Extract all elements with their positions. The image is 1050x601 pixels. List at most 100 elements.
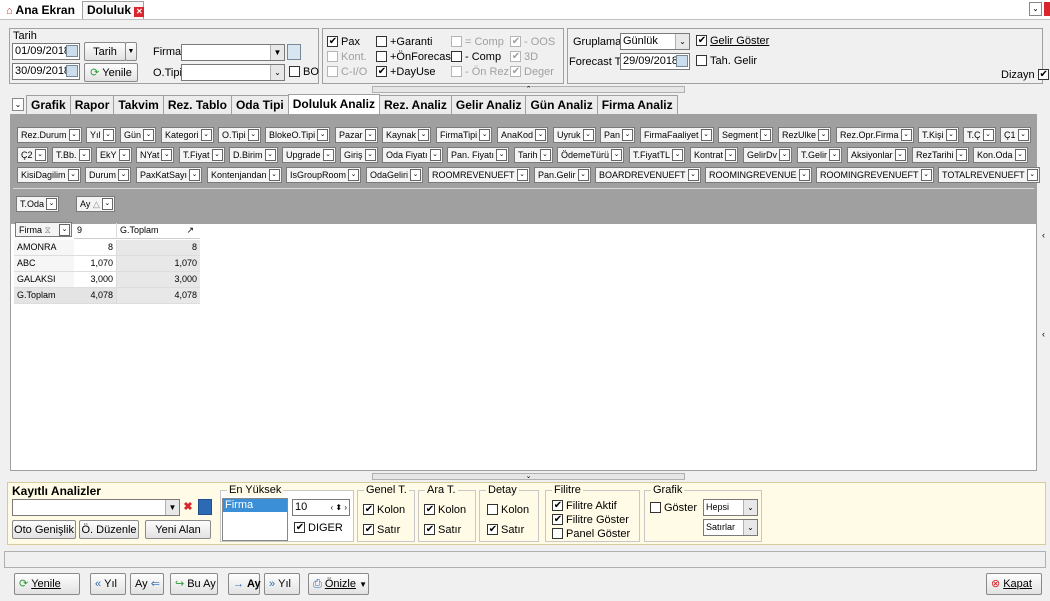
chevron-down-icon[interactable]: ⌄	[247, 129, 259, 141]
pivot-field[interactable]: Rez.Opr.Firma ⌄	[836, 127, 914, 143]
chevron-down-icon[interactable]: ⌄	[479, 129, 491, 141]
tab-rez-tablo[interactable]: Rez. Tablo	[162, 95, 232, 114]
chevron-down-icon[interactable]: ⌄	[945, 129, 957, 141]
chevron-down-icon[interactable]: ⌄	[894, 149, 906, 161]
pivot-field[interactable]: KisiDagilim ⌄	[17, 167, 81, 183]
o-duzenle-button[interactable]: Ö. Düzenle	[79, 520, 139, 539]
tab-rapor[interactable]: Rapor	[69, 95, 115, 114]
chevron-down-icon[interactable]: ⌄	[496, 149, 508, 161]
pivot-field[interactable]: EkY ⌄	[96, 147, 132, 163]
grid-cell-total[interactable]: 4,078	[116, 288, 200, 304]
splitter-bottom[interactable]: ⌄	[372, 473, 685, 480]
chevron-down-icon[interactable]: ⌄	[67, 169, 79, 181]
chevron-down-icon[interactable]: ⌄	[418, 129, 430, 141]
grid-cell[interactable]: 1,070	[74, 256, 116, 272]
onizle-button[interactable]: ⎙ Önizle ▼	[308, 573, 369, 595]
pivot-field[interactable]: Kategori ⌄	[161, 127, 214, 143]
pivot-field[interactable]: Aksiyonlar ⌄	[847, 147, 908, 163]
oto-genislik-button[interactable]: Oto Genişlik	[12, 520, 76, 539]
pivot-field[interactable]: Gün ⌄	[120, 127, 157, 143]
tab-grafik[interactable]: Grafik	[26, 95, 71, 114]
chevron-down-icon[interactable]: ⌄	[818, 129, 830, 141]
dizayn-checkbox[interactable]: Dizayn	[1001, 69, 1050, 81]
list-item[interactable]: Firma	[223, 499, 287, 512]
chevron-down-icon[interactable]: ⌄	[348, 169, 360, 181]
pivot-field[interactable]: Kon.Oda ⌄	[973, 147, 1028, 163]
chevron-down-icon[interactable]: ⌄	[59, 224, 70, 236]
pivot-field[interactable]: T.Bb. ⌄	[52, 147, 92, 163]
tab-oda-tipi[interactable]: Oda Tipi	[230, 95, 289, 114]
chevron-down-icon[interactable]: ⌄	[798, 169, 810, 181]
chevron-down-icon[interactable]: ⌄	[189, 169, 201, 181]
chevron-down-icon[interactable]: ⌄	[539, 149, 551, 161]
pivot-field[interactable]: Pazar ⌄	[335, 127, 378, 143]
tab-doluluk-analiz[interactable]: Doluluk Analiz	[287, 94, 380, 114]
date-start-input[interactable]: 01/09/2018	[12, 43, 80, 60]
window-menu-button[interactable]: ⌄	[1029, 2, 1042, 16]
pivot-field[interactable]: Upgrade ⌄	[282, 147, 336, 163]
chevron-down-icon[interactable]: ⌄	[900, 129, 912, 141]
hepsi-select[interactable]: Hepsi ⌄	[703, 499, 758, 516]
chevron-down-icon[interactable]: ⌄	[101, 198, 113, 210]
chevron-down-icon[interactable]: ⌄	[270, 65, 284, 80]
pivot-field[interactable]: PaxKatSayı ⌄	[136, 167, 203, 183]
chevron-down-icon[interactable]: ▼	[165, 500, 179, 515]
pivot-field[interactable]: O.Tipi ⌄	[218, 127, 261, 143]
chevron-down-icon[interactable]: ⌄	[364, 129, 376, 141]
pivot-field[interactable]: T.Ç ⌄	[963, 127, 996, 143]
tab-firma-analiz[interactable]: Firma Analiz	[596, 95, 678, 114]
yeni-alan-button[interactable]: Yeni Alan	[145, 520, 211, 539]
delete-icon[interactable]: ✖	[181, 499, 195, 515]
pivot-field[interactable]: NYat ⌄	[136, 147, 175, 163]
date-end-input[interactable]: 30/09/2018	[12, 63, 80, 80]
grid-row-header[interactable]: GALAKSI	[14, 272, 74, 288]
chevron-down-icon[interactable]: ⌄	[700, 129, 712, 141]
chevron-down-icon[interactable]: ⌄	[211, 149, 223, 161]
pivot-field[interactable]: ROOMINGREVENUE ⌄	[705, 167, 812, 183]
firma-lookup-button[interactable]	[287, 44, 301, 60]
pivot-field[interactable]: RezUlke ⌄	[778, 127, 832, 143]
pivot-field[interactable]: Pan.Gelir ⌄	[534, 167, 591, 183]
chevron-down-icon[interactable]: ⌄	[46, 198, 58, 210]
chevron-down-icon[interactable]: ⌄	[582, 129, 594, 141]
chevron-down-icon[interactable]: ⌄	[622, 129, 634, 141]
grid-row-header[interactable]: ABC	[14, 256, 74, 272]
detay-kolon-checkbox[interactable]: Kolon	[487, 504, 529, 516]
grid-cell[interactable]: 3,000	[74, 272, 116, 288]
spinner-arrows[interactable]: ‹ ⬍ ›	[331, 500, 347, 515]
grid-cell-total[interactable]: 1,070	[116, 256, 200, 272]
chevron-down-icon[interactable]: ⌄	[687, 169, 699, 181]
pivot-field[interactable]: T.FiyatTL ⌄	[629, 147, 686, 163]
saved-analysis-combo[interactable]: ▼	[12, 499, 180, 516]
pivot-field[interactable]: Pan. Fiyatı ⌄	[447, 147, 510, 163]
panel-goster-checkbox[interactable]: Panel Göster	[552, 528, 630, 540]
calendar-icon[interactable]	[66, 45, 78, 57]
option-checkbox[interactable]: - Comp	[451, 49, 512, 64]
tarih-button[interactable]: Tarih	[84, 42, 126, 61]
calendar-icon[interactable]	[66, 65, 78, 77]
chevron-down-icon[interactable]: ▼	[359, 580, 367, 589]
forecast-date-input[interactable]: 29/09/2018	[620, 53, 690, 70]
chevron-down-icon[interactable]: ⌄	[68, 129, 80, 141]
chevron-down-icon[interactable]: ⌄	[322, 149, 334, 161]
pivot-field[interactable]: OdaGeliri ⌄	[366, 167, 424, 183]
pivot-field[interactable]: Kontrat ⌄	[690, 147, 739, 163]
chevron-down-icon[interactable]: ⌄	[920, 169, 932, 181]
pivot-field[interactable]: Oda Fiyatı ⌄	[382, 147, 443, 163]
tah-gelir-checkbox[interactable]: Tah. Gelir	[696, 55, 757, 67]
chevron-down-icon[interactable]: ⌄	[34, 149, 46, 161]
grid-cell[interactable]: 8	[74, 240, 116, 256]
chevron-down-icon[interactable]: ⌄	[410, 169, 422, 181]
pivot-field[interactable]: Segment ⌄	[718, 127, 774, 143]
ay-back-button[interactable]: Ay ⇐	[130, 573, 164, 595]
pivot-field[interactable]: FirmaTipi ⌄	[436, 127, 493, 143]
grid-cell-total[interactable]: 8	[116, 240, 200, 256]
otipi-combo[interactable]: ⌄	[181, 64, 285, 81]
pivot-field[interactable]: ROOMINGREVENUEFT ⌄	[816, 167, 934, 183]
pivot-field[interactable]: RezTarihi ⌄	[912, 147, 969, 163]
bu-ay-button[interactable]: ↪ Bu Ay	[170, 573, 218, 595]
count-spinner[interactable]: 10 ‹ ⬍ ›	[292, 499, 350, 516]
pivot-field[interactable]: T.Kişi ⌄	[918, 127, 959, 143]
pivot-field[interactable]: Ç2 ⌄	[17, 147, 48, 163]
filitre-goster-checkbox[interactable]: Filitre Göster	[552, 514, 629, 526]
